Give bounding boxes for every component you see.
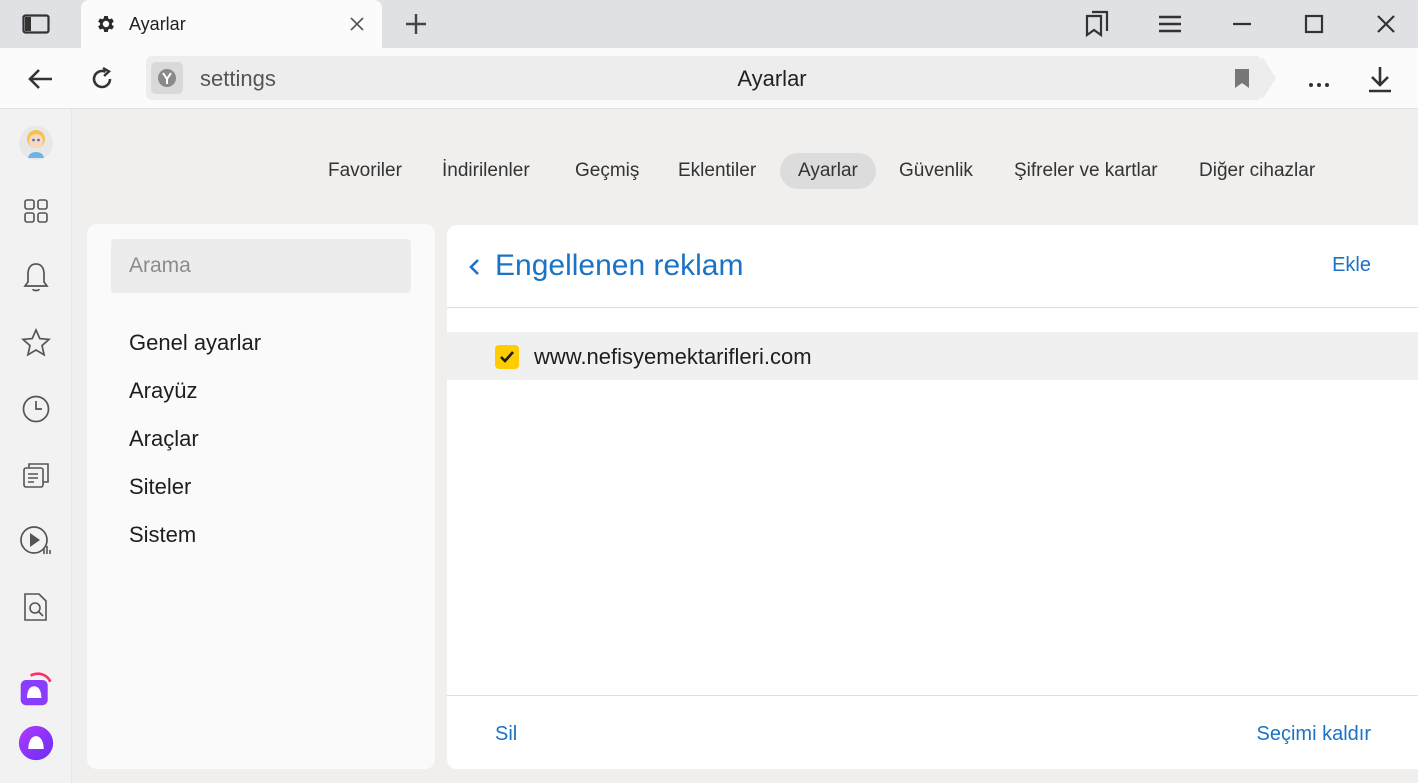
search-document-icon[interactable] bbox=[18, 589, 54, 625]
minimize-icon[interactable] bbox=[1224, 8, 1260, 40]
settings-search bbox=[111, 239, 411, 293]
blocked-ads-panel: Engellenen reklam Ekle www.nefisyemektar… bbox=[447, 225, 1418, 769]
sidebar-item-general[interactable]: Genel ayarlar bbox=[129, 330, 261, 356]
delete-button[interactable]: Sil bbox=[495, 723, 517, 746]
browser-logo-icon bbox=[151, 62, 183, 94]
settings-nav: Favoriler İndirilenler Geçmiş Eklentiler… bbox=[0, 153, 1418, 189]
address-bar[interactable]: settings Ayarlar bbox=[146, 56, 1276, 100]
video-icon[interactable] bbox=[18, 523, 54, 559]
messenger-icon[interactable] bbox=[18, 671, 54, 707]
bookmark-icon[interactable] bbox=[1230, 66, 1254, 90]
gear-icon bbox=[95, 13, 117, 35]
news-icon[interactable] bbox=[18, 457, 54, 493]
address-page-title: Ayarlar bbox=[737, 66, 807, 91]
entry-checkbox[interactable] bbox=[495, 345, 519, 369]
add-button[interactable]: Ekle bbox=[1332, 254, 1371, 277]
download-icon[interactable] bbox=[1363, 62, 1397, 96]
settings-sidebar: Genel ayarlar Arayüz Araçlar Siteler Sis… bbox=[87, 224, 435, 769]
close-window-icon[interactable] bbox=[1368, 8, 1404, 40]
close-tab-icon[interactable] bbox=[345, 12, 369, 36]
sidebar-item-tools[interactable]: Araçlar bbox=[129, 426, 199, 452]
tab-other-devices[interactable]: Diğer cihazlar bbox=[1181, 153, 1333, 189]
tab-downloads[interactable]: İndirilenler bbox=[424, 153, 548, 189]
reload-icon[interactable] bbox=[85, 62, 119, 96]
back-arrow-icon[interactable] bbox=[24, 62, 58, 96]
panel-title: Engellenen reklam bbox=[495, 249, 744, 282]
entry-domain: www.nefisyemektarifleri.com bbox=[534, 344, 812, 369]
tab-passwords-cards[interactable]: Şifreler ve kartlar bbox=[996, 153, 1176, 189]
star-icon[interactable] bbox=[18, 325, 54, 361]
left-sidebar bbox=[0, 109, 72, 783]
divider bbox=[447, 695, 1418, 696]
tab-favorites[interactable]: Favoriler bbox=[310, 153, 420, 189]
new-tab-button[interactable] bbox=[400, 10, 432, 38]
apps-grid-icon[interactable] bbox=[18, 193, 54, 229]
clock-icon[interactable] bbox=[18, 391, 54, 427]
tab-settings[interactable]: Ayarlar bbox=[81, 0, 382, 48]
sidebar-item-system[interactable]: Sistem bbox=[129, 522, 196, 548]
search-input[interactable] bbox=[111, 239, 411, 293]
sidebar-toggle-icon[interactable] bbox=[18, 10, 54, 38]
address-row: settings Ayarlar bbox=[0, 48, 1418, 109]
alice-icon[interactable] bbox=[18, 725, 54, 761]
collections-icon[interactable] bbox=[1079, 8, 1115, 40]
sidebar-item-interface[interactable]: Arayüz bbox=[129, 378, 197, 404]
title-bar: Ayarlar bbox=[0, 0, 1418, 48]
maximize-icon[interactable] bbox=[1296, 8, 1332, 40]
more-icon[interactable] bbox=[1302, 62, 1336, 96]
divider bbox=[447, 307, 1418, 308]
tab-extensions[interactable]: Eklentiler bbox=[660, 153, 774, 189]
tab-security[interactable]: Güvenlik bbox=[881, 153, 991, 189]
tab-title: Ayarlar bbox=[129, 14, 186, 34]
url-text: settings bbox=[200, 66, 276, 91]
menu-icon[interactable] bbox=[1152, 8, 1188, 40]
chevron-left-icon[interactable] bbox=[465, 255, 485, 279]
list-item[interactable]: www.nefisyemektarifleri.com bbox=[447, 332, 1418, 380]
tab-history[interactable]: Geçmiş bbox=[557, 153, 657, 189]
tab-settings-page[interactable]: Ayarlar bbox=[780, 153, 876, 189]
bell-icon[interactable] bbox=[18, 259, 54, 295]
deselect-button[interactable]: Seçimi kaldır bbox=[1257, 723, 1371, 746]
sidebar-item-sites[interactable]: Siteler bbox=[129, 474, 191, 500]
